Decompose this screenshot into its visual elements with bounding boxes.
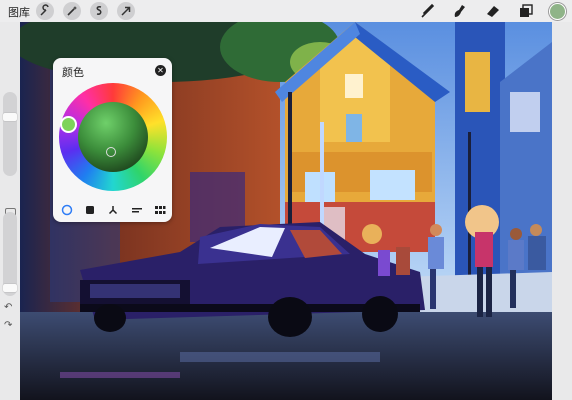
- close-icon[interactable]: ✕: [155, 65, 166, 76]
- palettes-mode-icon[interactable]: [154, 204, 166, 216]
- undo-icon[interactable]: ↶: [4, 302, 12, 313]
- top-toolbar: 图库: [0, 0, 572, 22]
- brush-size-thumb[interactable]: [3, 113, 17, 122]
- saturation-knob[interactable]: [106, 147, 116, 157]
- magic-wand-icon[interactable]: [63, 2, 81, 20]
- wrench-icon[interactable]: [36, 2, 54, 20]
- gallery-button[interactable]: 图库: [8, 4, 30, 20]
- color-panel-title: 颜色: [62, 66, 84, 79]
- left-sidebar: ↶ ↷: [0, 22, 20, 400]
- hue-knob[interactable]: [60, 116, 77, 133]
- opacity-slider[interactable]: [3, 212, 17, 296]
- brush-icon[interactable]: [418, 2, 436, 20]
- color-disc[interactable]: [59, 83, 167, 191]
- brush-size-slider[interactable]: [3, 92, 17, 176]
- eraser-icon[interactable]: [484, 2, 502, 20]
- value-mode-icon[interactable]: [131, 204, 143, 216]
- harmony-mode-icon[interactable]: [107, 204, 119, 216]
- right-edge: [552, 22, 572, 400]
- selection-icon[interactable]: [90, 2, 108, 20]
- layers-icon[interactable]: [517, 2, 535, 20]
- opacity-thumb[interactable]: [3, 284, 17, 293]
- disc-mode-icon[interactable]: [61, 204, 73, 216]
- classic-mode-icon[interactable]: [84, 204, 96, 216]
- color-panel: 颜色 ✕: [53, 58, 172, 222]
- saturation-brightness-disc[interactable]: [78, 102, 148, 172]
- current-color-swatch[interactable]: [549, 3, 566, 20]
- redo-icon[interactable]: ↷: [4, 320, 12, 331]
- transform-arrow-icon[interactable]: [117, 2, 135, 20]
- smudge-icon[interactable]: [450, 2, 468, 20]
